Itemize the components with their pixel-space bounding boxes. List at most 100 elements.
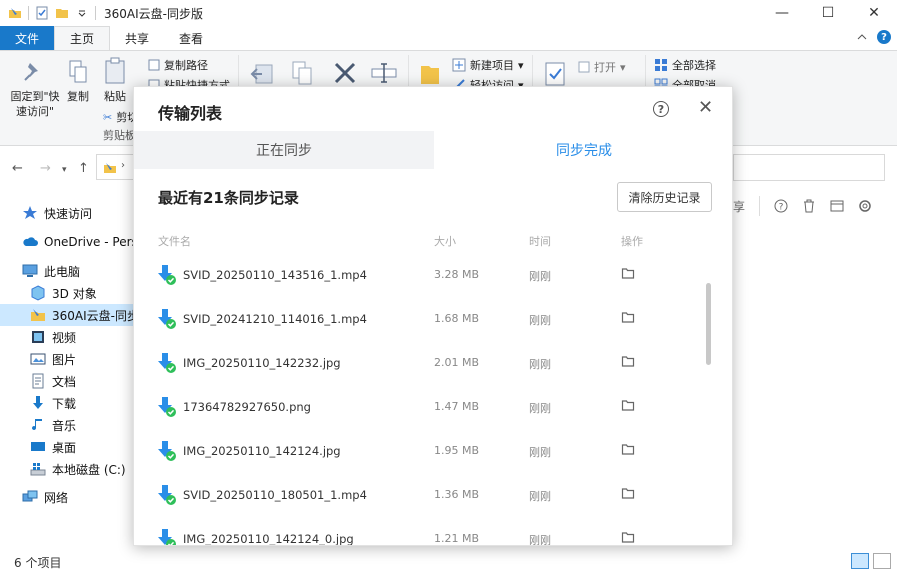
toolbar-separator	[28, 6, 29, 20]
tab-share[interactable]: 共享	[110, 26, 164, 50]
dialog-close-icon[interactable]: ✕	[698, 97, 713, 118]
clipboard-group-label: 剪贴板	[103, 129, 136, 142]
sidebar-item-quick-access[interactable]: 快速访问	[22, 202, 92, 224]
chevron-up-icon[interactable]	[857, 32, 867, 42]
rename-icon[interactable]	[370, 61, 398, 85]
table-row[interactable]: SVID_20250110_143516_1.mp4 3.28 MB 刚刚	[134, 253, 732, 297]
close-window-button[interactable]: ✕	[851, 0, 897, 26]
sidebar-item-desktop[interactable]: 桌面	[30, 436, 76, 458]
move-to-icon[interactable]	[250, 61, 276, 87]
help-icon[interactable]: ?	[877, 30, 891, 44]
table-row[interactable]: IMG_20250110_142124.jpg 1.95 MB 刚刚	[134, 429, 732, 473]
open-folder-icon[interactable]	[621, 398, 635, 412]
file-name: IMG_20250110_142124_0.jpg	[183, 532, 354, 546]
sidebar-item-this-pc[interactable]: 此电脑	[22, 260, 80, 282]
sidebar-item-downloads[interactable]: 下载	[30, 392, 76, 414]
sidebar-item-360-cloud[interactable]: 360AI云盘-同步版	[0, 304, 151, 326]
delete-icon[interactable]	[333, 61, 357, 85]
item-count: 6 个项目	[14, 555, 62, 570]
dropdown-arrow-icon: ▾	[518, 58, 524, 72]
open-folder-icon[interactable]	[621, 530, 635, 544]
address-input[interactable]: ›	[96, 154, 136, 180]
new-item-icon	[452, 58, 466, 72]
dialog-header: 传输列表 ? ✕	[134, 87, 732, 131]
computer-icon	[22, 264, 38, 277]
minimize-button[interactable]: —	[759, 0, 805, 26]
recent-dropdown-icon[interactable]: ▾	[62, 165, 67, 175]
settings-gear-icon[interactable]	[858, 199, 872, 213]
trash-icon[interactable]	[802, 199, 816, 213]
new-folder-large-icon[interactable]	[420, 61, 440, 87]
sidebar-item-onedrive[interactable]: OneDrive - Perso	[22, 231, 145, 253]
file-size: 3.28 MB	[434, 268, 480, 281]
chevron-down-icon[interactable]	[75, 6, 89, 20]
file-size: 1.36 MB	[434, 488, 480, 501]
new-item-button[interactable]: 新建项目 ▾	[452, 57, 524, 73]
file-name: SVID_20241210_114016_1.mp4	[183, 312, 367, 326]
open-folder-icon[interactable]	[621, 486, 635, 500]
records-summary: 最近有21条同步记录	[158, 189, 299, 207]
search-input[interactable]	[733, 154, 885, 181]
file-name: SVID_20250110_180501_1.mp4	[183, 488, 367, 502]
location-folder-icon	[104, 163, 116, 173]
back-arrow-icon[interactable]: ←	[12, 161, 23, 176]
open-folder-icon[interactable]	[621, 310, 635, 324]
sync-time: 刚刚	[529, 534, 551, 546]
help-outline-icon[interactable]: ?	[774, 199, 788, 213]
maximize-button[interactable]: ☐	[805, 0, 851, 26]
table-row[interactable]: SVID_20241210_114016_1.mp4 1.68 MB 刚刚	[134, 297, 732, 341]
tab-home[interactable]: 主页	[54, 26, 111, 50]
share-button-fragment[interactable]: 享	[733, 198, 745, 215]
dialog-help-icon[interactable]: ?	[653, 101, 669, 117]
open-folder-icon[interactable]	[621, 266, 635, 280]
table-row[interactable]: SVID_20250110_180501_1.mp4 1.36 MB 刚刚	[134, 473, 732, 517]
file-size: 1.47 MB	[434, 400, 480, 413]
pin-quick-access-button[interactable]: 固定到"快 速访问"	[4, 89, 66, 119]
tab-sync-completed[interactable]: 同步完成	[434, 131, 732, 169]
table-row[interactable]: 17364782927650.png 1.47 MB 刚刚	[134, 385, 732, 429]
sidebar-item-label: 3D 对象	[52, 286, 97, 301]
open-folder-icon[interactable]	[621, 442, 635, 456]
breadcrumb-chevron-icon[interactable]: ›	[121, 160, 125, 171]
sidebar-item-label: 网络	[44, 490, 69, 505]
properties-large-icon[interactable]	[544, 61, 566, 87]
table-row[interactable]: IMG_20250110_142124_0.jpg 1.21 MB 刚刚	[134, 517, 732, 546]
copy-path-button[interactable]: 复制路径	[148, 57, 208, 73]
open-icon	[578, 61, 590, 73]
tab-view[interactable]: 查看	[164, 26, 218, 50]
ribbon-tabs-right: ?	[857, 30, 891, 44]
open-folder-icon[interactable]	[621, 354, 635, 368]
sidebar-item-3d-objects[interactable]: 3D 对象	[30, 282, 97, 304]
list-scrollbar[interactable]	[706, 283, 711, 365]
sidebar-item-documents[interactable]: 文档	[30, 370, 76, 392]
column-header-name: 文件名	[158, 235, 191, 248]
star-icon	[23, 206, 37, 219]
sidebar-item-pictures[interactable]: 图片	[30, 348, 76, 370]
open-button[interactable]: 打开 ▾	[578, 59, 626, 75]
sync-time: 刚刚	[529, 270, 551, 283]
download-complete-icon	[158, 353, 176, 373]
download-complete-icon	[158, 529, 176, 545]
sidebar-item-label: 桌面	[52, 440, 77, 455]
tab-syncing[interactable]: 正在同步	[134, 131, 434, 169]
column-header-time: 时间	[529, 235, 551, 248]
sidebar-item-videos[interactable]: 视频	[30, 326, 76, 348]
panel-icon[interactable]	[830, 199, 844, 213]
table-row[interactable]: IMG_20250110_142232.jpg 2.01 MB 刚刚	[134, 341, 732, 385]
copy-to-icon[interactable]	[290, 59, 314, 87]
sidebar-item-label: 本地磁盘 (C:)	[52, 462, 126, 477]
copy-button[interactable]: 复制	[64, 89, 92, 104]
up-arrow-icon[interactable]: ↑	[78, 161, 89, 176]
large-icons-view-button[interactable]	[873, 553, 891, 569]
properties-icon[interactable]	[35, 6, 49, 20]
clear-history-button[interactable]: 清除历史记录	[617, 182, 712, 212]
sidebar-item-local-disk[interactable]: 本地磁盘 (C:)	[30, 458, 126, 480]
forward-arrow-icon[interactable]: →	[40, 161, 51, 176]
new-folder-icon[interactable]	[55, 6, 69, 20]
sidebar-item-network[interactable]: 网络	[22, 486, 68, 508]
paste-button[interactable]: 粘贴	[100, 89, 130, 104]
details-view-button[interactable]	[851, 553, 869, 569]
tab-file[interactable]: 文件	[0, 26, 55, 50]
select-all-button[interactable]: 全部选择	[654, 57, 716, 73]
sidebar-item-music[interactable]: 音乐	[30, 414, 76, 436]
